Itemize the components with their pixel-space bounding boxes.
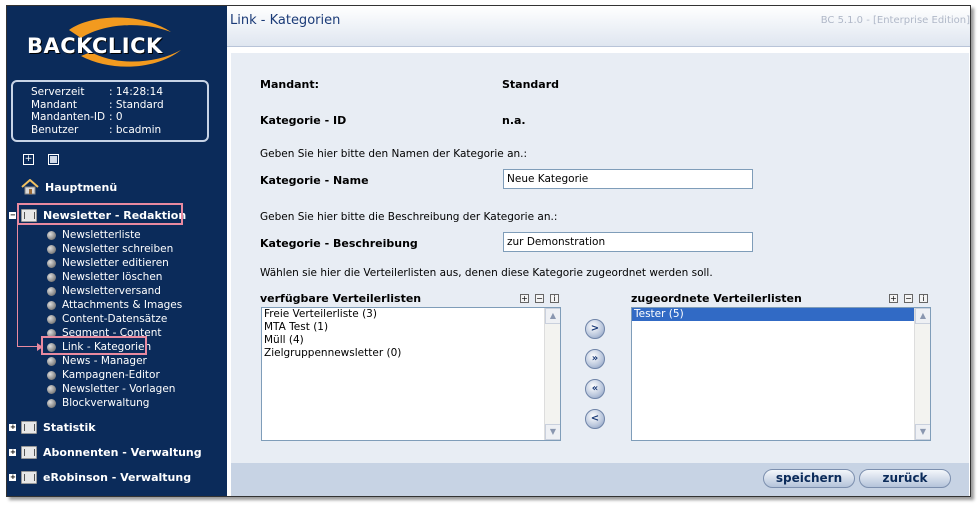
move-left-button[interactable]: < [585,409,605,429]
list-item[interactable]: Müll (4) [262,334,560,347]
move-right-button[interactable]: > [585,319,605,339]
page-header: Link - Kategorien BC 5.1.0 - [Enterprise… [227,6,970,47]
folder-icon [21,420,37,434]
sidebar-item-newsletterliste[interactable]: Newsletterliste [47,228,182,242]
backclick-logo: BACKCLICK [21,12,201,78]
scroll-up-icon[interactable]: ▲ [915,308,930,324]
collapse-all-icon[interactable] [48,154,59,165]
scrollbar[interactable]: ▲ ▼ [544,308,560,440]
page-title: Link - Kategorien [230,13,341,28]
kategorie-name-input[interactable] [503,169,753,189]
expand-icon[interactable]: + [9,423,16,431]
sidebar-item-newsletter-schreiben[interactable]: Newsletter schreiben [47,242,182,256]
folder-icon [21,470,37,484]
sidebar-item-content-datensaetze[interactable]: Content-Datensätze [47,312,182,326]
form-panel: Mandant: Standard Kategorie - ID n.a. Ge… [231,53,969,463]
tree-tools: + [23,154,59,165]
scroll-up-icon[interactable]: ▲ [545,308,560,324]
desc-hint: Geben Sie hier bitte die Beschreibung de… [260,211,558,223]
section-statistik[interactable]: + Statistik [7,416,96,438]
back-button[interactable]: zurück [859,469,951,488]
sidebar-item-kampagnen-editor[interactable]: Kampagnen-Editor [47,368,182,382]
list-item[interactable]: MTA Test (1) [262,321,560,334]
mandant-label: Mandant: [260,78,319,91]
bullet-icon [47,384,56,394]
folder-icon [21,445,37,459]
bullet-icon [47,230,56,240]
assigned-list-tools: + − i [889,294,928,303]
kategorie-id-value: n.a. [502,114,526,127]
sidebar-item-blockverwaltung[interactable]: Blockverwaltung [47,396,182,410]
kategorie-beschreibung-input[interactable] [503,232,753,252]
bullet-icon [47,356,56,366]
sidebar-item-newsletter-vorlagen[interactable]: Newsletter - Vorlagen [47,382,182,396]
bullet-icon [47,286,56,296]
list-item[interactable]: Zielgruppennewsletter (0) [262,347,560,360]
section-abonnenten-verwaltung[interactable]: + Abonnenten - Verwaltung [7,441,202,463]
mandant-value: Standard [502,78,560,91]
remove-icon[interactable]: − [535,294,544,303]
main-area: Link - Kategorien BC 5.1.0 - [Enterprise… [227,6,970,496]
move-all-left-button[interactable]: « [585,379,605,399]
active-item-highlight [41,336,147,355]
kategorie-name-label: Kategorie - Name [260,174,369,187]
sidebar-item-attachments-images[interactable]: Attachments & Images [47,298,182,312]
sidebar-item-newsletter-loeschen[interactable]: Newsletter löschen [47,270,182,284]
remove-icon[interactable]: − [904,294,913,303]
section-items: Newsletterliste Newsletter schreiben New… [47,228,182,410]
version-label: BC 5.1.0 - [Enterprise Edition] [820,15,970,26]
add-icon[interactable]: + [520,294,529,303]
bullet-icon [47,258,56,268]
scroll-down-icon[interactable]: ▼ [545,424,560,440]
bullet-icon [47,244,56,254]
info-row-serverzeit: Serverzeit : 14:28:14 [31,86,164,98]
nav-hauptmenue-label: Hauptmenü [45,180,118,194]
nav-hauptmenue[interactable]: Hauptmenü [21,179,117,195]
scroll-down-icon[interactable]: ▼ [915,424,930,440]
assigned-lists-box[interactable]: Tester (5) ▲ ▼ [631,307,931,441]
info-row-mandant: Mandant : Standard [31,98,164,111]
info-row-benutzer: Benutzer : bcadmin [31,123,162,136]
sidebar-item-newsletter-editieren[interactable]: Newsletter editieren [47,256,182,270]
info-row-mandanten-id: Mandanten-ID : 0 [31,111,123,123]
app-window: BACKCLICK Serverzeit : 14:28:14 Mandant … [6,5,971,497]
action-bar: speichern zurück [231,463,969,496]
list-item[interactable]: Freie Verteilerliste (3) [262,308,560,321]
section-erobinson-verwaltung[interactable]: + eRobinson - Verwaltung [7,466,191,488]
kategorie-beschreibung-label: Kategorie - Beschreibung [260,237,418,250]
move-all-right-button[interactable]: » [585,349,605,369]
logo-text: BACKCLICK [27,34,163,58]
sidebar-item-newsletterversand[interactable]: Newsletterversand [47,284,182,298]
expand-icon[interactable]: + [9,473,16,481]
bullet-icon [47,300,56,310]
save-button[interactable]: speichern [763,469,855,488]
lists-hint: Wählen sie hier die Verteilerlisten aus,… [260,267,713,279]
home-icon [21,179,39,195]
expand-all-icon[interactable]: + [23,154,34,165]
kategorie-id-label: Kategorie - ID [260,114,347,127]
expand-icon[interactable]: + [9,448,16,456]
info-icon[interactable]: i [919,294,928,303]
name-hint: Geben Sie hier bitte den Namen der Kateg… [260,148,528,160]
list-item[interactable]: Tester (5) [632,308,914,321]
scrollbar[interactable]: ▲ ▼ [914,308,930,440]
bullet-icon [47,398,56,408]
collapse-icon[interactable]: − [9,211,16,219]
info-icon[interactable]: i [550,294,559,303]
bullet-icon [47,272,56,282]
sidebar: BACKCLICK Serverzeit : 14:28:14 Mandant … [7,6,227,496]
server-info-panel: Serverzeit : 14:28:14 Mandant : Standard… [11,80,209,142]
assigned-lists-title: zugeordnete Verteilerlisten [631,292,802,305]
highlight-box [17,203,183,225]
sidebar-item-news-manager[interactable]: News - Manager [47,354,182,368]
bullet-icon [47,314,56,324]
add-icon[interactable]: + [889,294,898,303]
available-lists-title: verfügbare Verteilerlisten [260,292,422,305]
annotation-arrow-line [17,223,41,347]
available-list-tools: + − i [520,294,559,303]
available-lists-box[interactable]: Freie Verteilerliste (3) MTA Test (1) Mü… [261,307,561,441]
bullet-icon [47,370,56,380]
